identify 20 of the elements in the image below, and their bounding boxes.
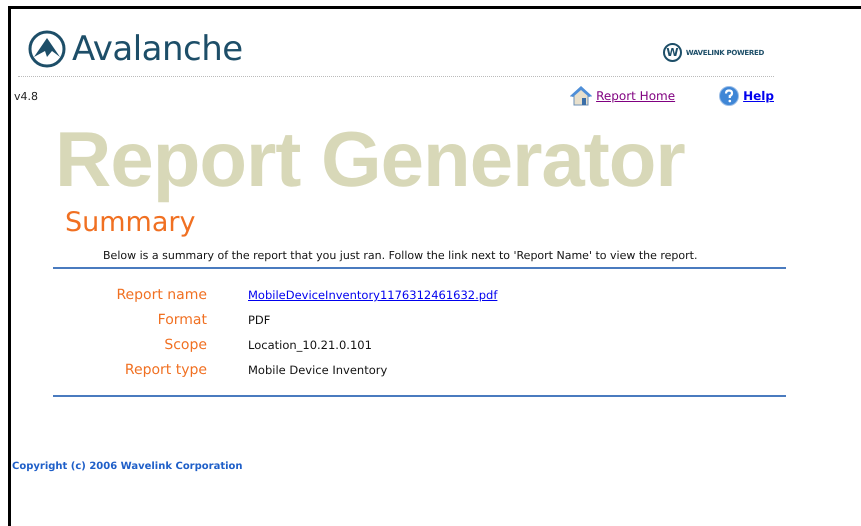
field-label: Format (156, 311, 207, 329)
field-value: Location_10.21.0.101 (248, 337, 373, 354)
mountain-logo-icon (28, 30, 66, 68)
field-value: PDF (248, 312, 272, 329)
intro-text: Below is a summary of the report that you just ran. Follow the link next to 'Report Name' to view the report. (103, 249, 698, 262)
help-link[interactable]: Help (719, 86, 774, 106)
home-link[interactable]: Report Home (570, 86, 676, 106)
page-title: Summary (65, 207, 196, 239)
house-icon (570, 86, 592, 106)
partner-logo-icon: W (662, 43, 682, 62)
logo-text: Avalanche (72, 28, 243, 68)
watermark-heading: Report Generator (55, 114, 685, 205)
help-icon (719, 86, 740, 106)
field-label: Scope (163, 336, 207, 354)
field-label: Report name (115, 286, 207, 304)
field-value: Mobile Device Inventory (248, 362, 388, 379)
field-label: Report type (124, 361, 207, 379)
version-label: v4.8 (14, 90, 38, 102)
copyright-text: Copyright (c) 2006 Wavelink Corporation (12, 461, 243, 472)
report-file-link[interactable]: MobileDeviceInventory1176312461632.pdf (248, 286, 498, 304)
